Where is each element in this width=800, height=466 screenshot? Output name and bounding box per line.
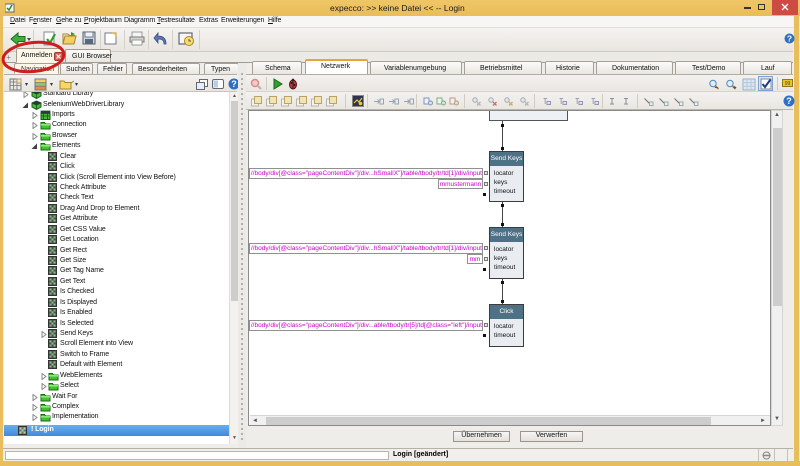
- svg-text:?: ?: [787, 34, 792, 44]
- svg-text:?: ?: [786, 96, 792, 106]
- svg-text:?: ?: [231, 79, 237, 89]
